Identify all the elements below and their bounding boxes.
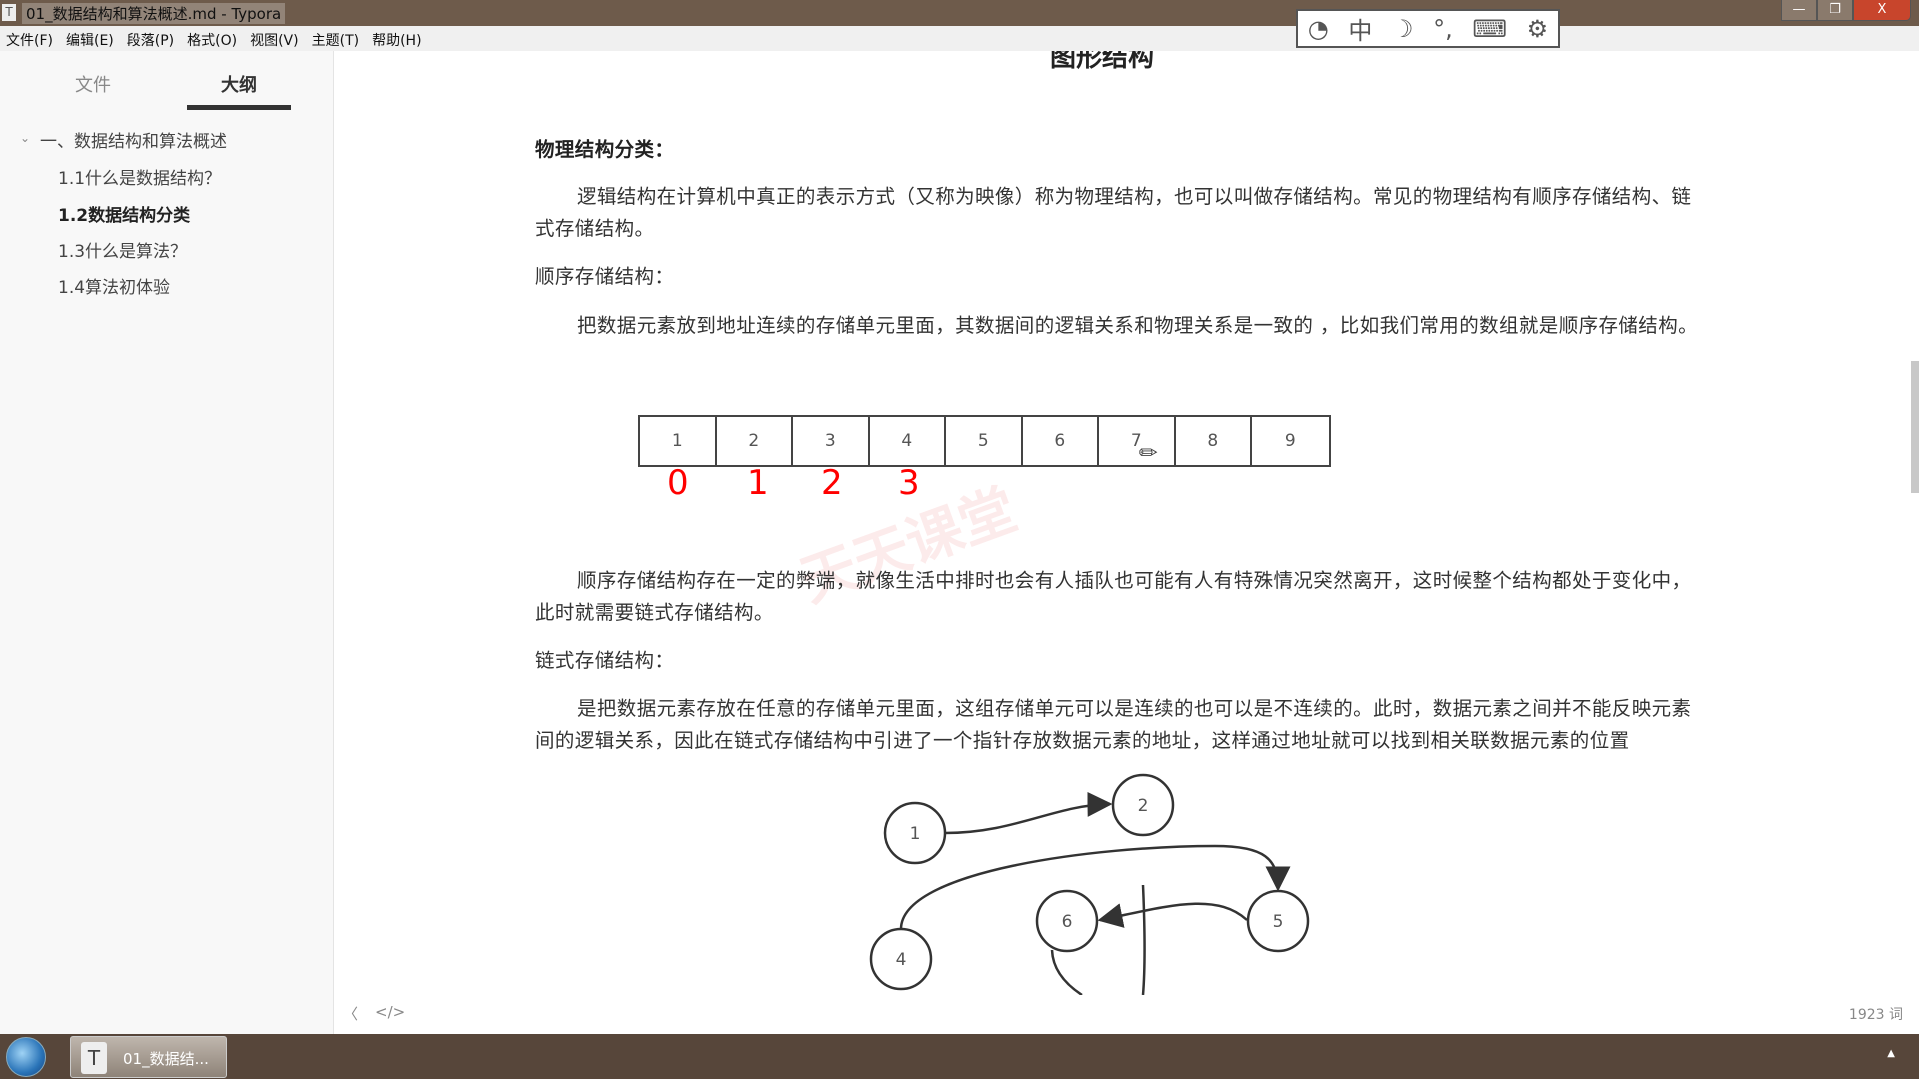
graph-node-label: 6: [1062, 912, 1073, 932]
window-title: 01_数据结构和算法概述.md - Typora: [22, 3, 286, 24]
menu-edit[interactable]: 编辑(E): [60, 26, 121, 51]
typora-icon: T: [81, 1042, 107, 1074]
title-bar: T 01_数据结构和算法概述.md - Typora — ❐ X: [0, 0, 1919, 26]
status-bar: 〈 </> 1923 词: [335, 995, 1919, 1034]
menu-bar: 文件(F) 编辑(E) 段落(P) 格式(O) 视图(V) 主题(T) 帮助(H…: [0, 26, 1919, 51]
edge-2-down: [1141, 884, 1146, 995]
editor[interactable]: 图形结构 物理结构分类： 逻辑结构在计算机中真正的表示方式（又称为映像）称为物理…: [335, 51, 1919, 995]
outline-item[interactable]: 一、数据结构和算法概述: [40, 127, 227, 152]
taskbar-item-label: 01_数据结...: [123, 1050, 209, 1068]
menu-theme[interactable]: 主题(T): [306, 26, 366, 51]
restore-button[interactable]: ❐: [1817, 0, 1853, 21]
word-count[interactable]: 1923 词: [1849, 1004, 1903, 1024]
close-button[interactable]: X: [1853, 0, 1911, 21]
outline-item-active[interactable]: 1.2数据结构分类: [58, 201, 190, 226]
menu-file[interactable]: 文件(F): [0, 26, 60, 51]
ime-toolbar: ◔ 中 ☽ °, ⌨ ⚙: [1296, 9, 1560, 48]
outline-item[interactable]: 1.4算法初体验: [58, 273, 170, 298]
graph-node-label: 4: [896, 950, 907, 970]
gear-icon[interactable]: ⚙: [1527, 15, 1549, 43]
outline-item[interactable]: 1.3什么是算法？: [58, 237, 187, 262]
menu-help[interactable]: 帮助(H): [366, 26, 428, 51]
minimize-button[interactable]: —: [1781, 0, 1817, 21]
menu-paragraph[interactable]: 段落(P): [121, 26, 181, 51]
taskbar-item-typora[interactable]: T 01_数据结...: [70, 1036, 227, 1078]
keyboard-icon[interactable]: ⌨: [1472, 15, 1507, 43]
source-code-mode-icon[interactable]: </>: [375, 1003, 405, 1021]
edge-5-6: [1097, 902, 1248, 928]
sidebar: 文件 大纲 ⌄ 一、数据结构和算法概述 1.1什么是数据结构？ 1.2数据结构分…: [0, 51, 334, 1034]
graph-node-label: 5: [1273, 912, 1284, 932]
start-button[interactable]: [6, 1037, 46, 1077]
menu-format[interactable]: 格式(O): [181, 26, 244, 51]
chinese-mode-icon[interactable]: 中: [1348, 11, 1372, 46]
graph-node-label: 2: [1138, 796, 1149, 816]
chevron-down-icon[interactable]: ⌄: [20, 131, 30, 145]
taskbar: T 01_数据结... ▲: [0, 1034, 1919, 1079]
toggle-sidebar-icon[interactable]: 〈: [343, 1003, 358, 1024]
graph-node-label: 1: [910, 824, 921, 844]
half-width-moon-icon[interactable]: ☽: [1392, 15, 1414, 43]
linked-graph-diagram: 1 2 4 5 6: [869, 773, 1310, 995]
vertical-scrollbar[interactable]: [1911, 361, 1919, 493]
tab-outline[interactable]: 大纲: [221, 71, 257, 97]
tab-files[interactable]: 文件: [75, 71, 111, 97]
active-tab-indicator: [187, 105, 291, 110]
typora-app-icon: T: [2, 4, 16, 21]
edge-1-2: [944, 791, 1113, 835]
punctuation-icon[interactable]: °,: [1433, 15, 1453, 43]
tray-expand-icon[interactable]: ▲: [1887, 1048, 1895, 1059]
menu-view[interactable]: 视图(V): [244, 26, 306, 51]
outline-item[interactable]: 1.1什么是数据结构？: [58, 164, 221, 189]
ime-logo-icon[interactable]: ◔: [1308, 15, 1329, 43]
